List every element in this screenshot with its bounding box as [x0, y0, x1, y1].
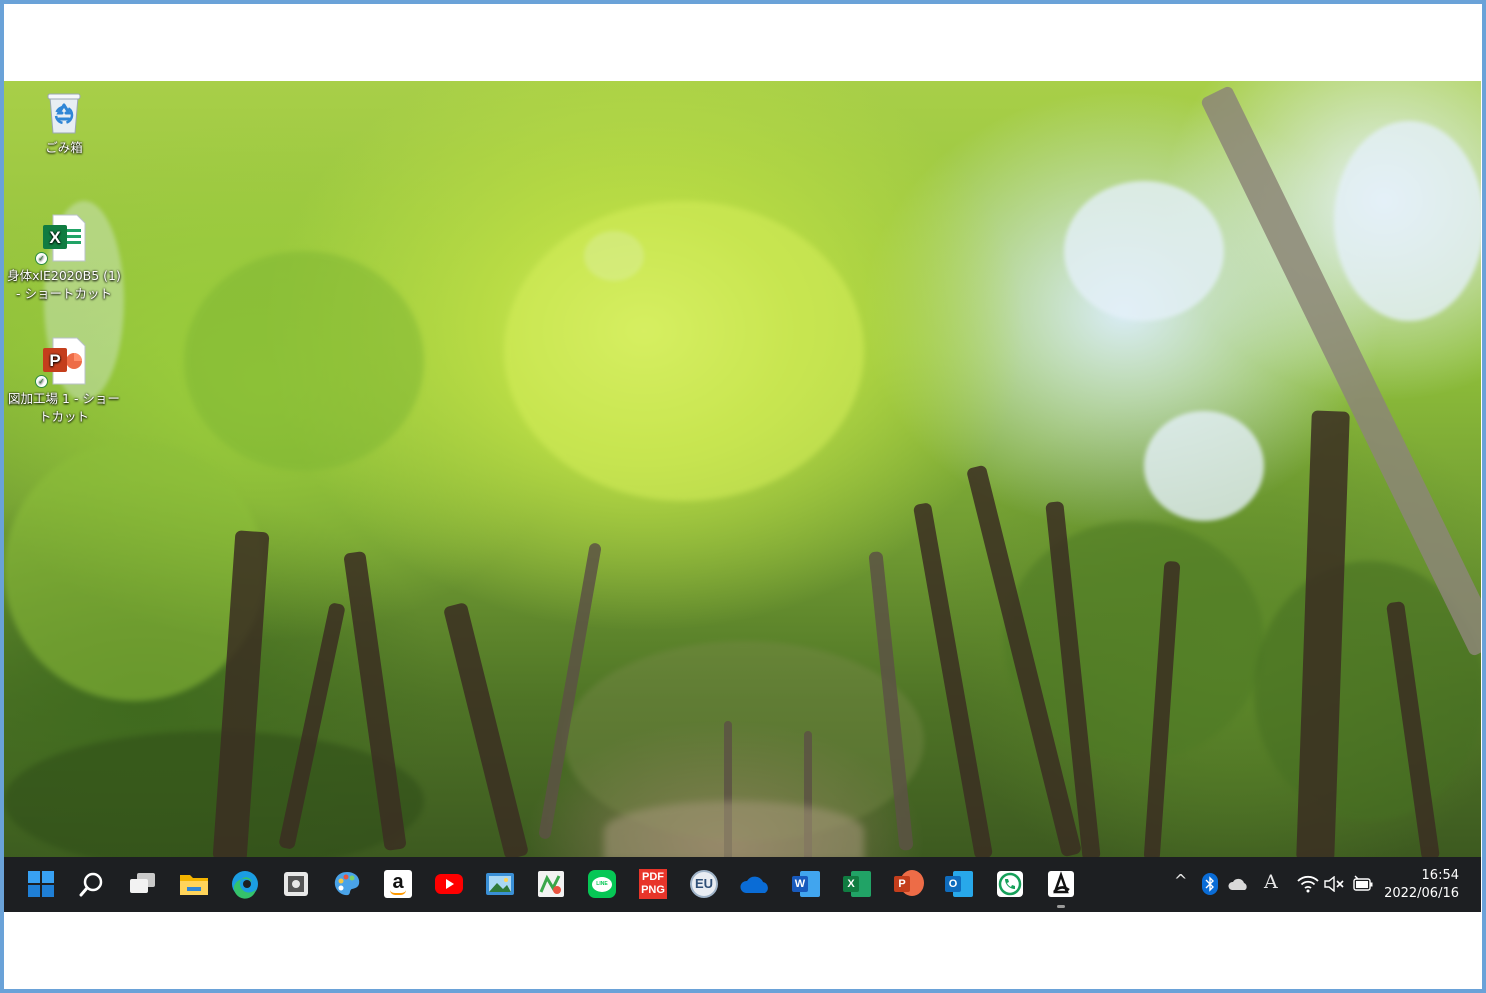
windows-logo-icon [28, 871, 54, 897]
search-button[interactable] [75, 867, 109, 901]
paint-button[interactable] [330, 867, 364, 901]
taskbar: a LINE PDF PNG EU W X P O ^ A 16:54 2022… [4, 857, 1481, 912]
svg-text:P: P [49, 351, 60, 370]
powerpoint-button[interactable]: P [891, 867, 925, 901]
onedrive-tray-icon [1228, 878, 1247, 890]
clock-time: 16:54 [1421, 868, 1459, 883]
edge-icon [232, 871, 258, 899]
sync-check-icon: ✓ [35, 375, 48, 388]
word-icon: W [792, 871, 820, 897]
start-button[interactable] [24, 867, 58, 901]
desktop-wallpaper: ごみ箱 X ✓ 身体xlE2020B5 (1) - ショートカット P ✓ 図加… [4, 81, 1481, 857]
outlook-icon: O [945, 871, 973, 897]
outlook-button[interactable]: O [942, 867, 976, 901]
file-explorer-button[interactable] [177, 867, 211, 901]
svg-text:X: X [49, 228, 61, 247]
app-21-button[interactable] [1044, 867, 1078, 908]
draw-app-icon [1048, 871, 1074, 897]
wifi-icon [1297, 875, 1319, 893]
eu-app-icon: EU [690, 870, 718, 898]
volume-muted-icon [1324, 875, 1344, 893]
task-view-button[interactable] [126, 867, 160, 901]
amazon-icon: a [384, 870, 412, 898]
clock-button[interactable]: 16:54 2022/06/16 [1384, 867, 1459, 903]
line-chat-icon: LINE [588, 870, 616, 898]
desktop-icon-label: ごみ箱 [45, 140, 83, 155]
active-app-indicator [1057, 905, 1065, 908]
phone-app-icon [997, 871, 1023, 897]
onedrive-cloud-icon [740, 876, 768, 893]
desktop-icon-excel-shortcut[interactable]: X ✓ 身体xlE2020B5 (1) - ショートカット [4, 213, 124, 303]
clock-date: 2022/06/16 [1384, 886, 1459, 901]
word-button[interactable]: W [789, 867, 823, 901]
battery-icon [1353, 875, 1373, 891]
desktop-icon-label: 身体xlE2020B5 (1) - ショートカット [7, 268, 121, 301]
powerpoint-file-icon: P ✓ [35, 336, 87, 388]
recycle-bin-icon [45, 89, 83, 135]
pdf-png-button[interactable]: PDF PNG [636, 867, 670, 901]
edge-button[interactable] [228, 867, 262, 901]
youtube-button[interactable] [432, 867, 466, 901]
photos-button[interactable] [483, 867, 517, 901]
desktop-icon-powerpoint-shortcut[interactable]: P ✓ 図加工場 1 - ショートカット [4, 336, 124, 426]
network-button[interactable] [1297, 875, 1319, 897]
map-app-icon [538, 871, 564, 897]
battery-button[interactable] [1352, 875, 1374, 897]
folder-icon [180, 875, 208, 895]
bluetooth-icon [1202, 873, 1218, 895]
settings-app-icon [284, 872, 308, 896]
app-6-button[interactable] [279, 867, 313, 901]
ime-indicator[interactable]: A [1264, 871, 1278, 893]
app-11-button[interactable] [534, 867, 568, 901]
excel-button[interactable]: X [840, 867, 874, 901]
onedrive-tray-button[interactable] [1227, 877, 1249, 895]
ime-icon: A [1264, 871, 1278, 893]
powerpoint-icon: P [894, 870, 924, 898]
desktop-icon-recycle-bin[interactable]: ごみ箱 [4, 89, 124, 157]
amazon-button[interactable]: a [381, 867, 415, 901]
excel-icon: X [843, 871, 871, 897]
photo-viewer-icon [486, 873, 514, 895]
paint-palette-icon [334, 872, 360, 896]
app-20-button[interactable] [993, 867, 1027, 901]
eu-button[interactable]: EU [687, 867, 721, 901]
sync-check-icon: ✓ [35, 252, 48, 265]
pdf-png-icon: PDF PNG [639, 869, 667, 899]
excel-file-icon: X ✓ [35, 213, 87, 265]
volume-button[interactable] [1324, 875, 1346, 896]
desktop-icon-label: 図加工場 1 - ショートカット [8, 391, 120, 424]
chevron-up-icon: ^ [1174, 871, 1188, 890]
bluetooth-tray-button[interactable] [1202, 873, 1218, 899]
onedrive-button[interactable] [738, 867, 772, 901]
line-button[interactable]: LINE [585, 867, 619, 901]
youtube-icon [435, 874, 463, 894]
search-icon [79, 872, 103, 897]
task-view-icon [130, 873, 155, 893]
show-hidden-icons-button[interactable]: ^ [1174, 871, 1187, 890]
